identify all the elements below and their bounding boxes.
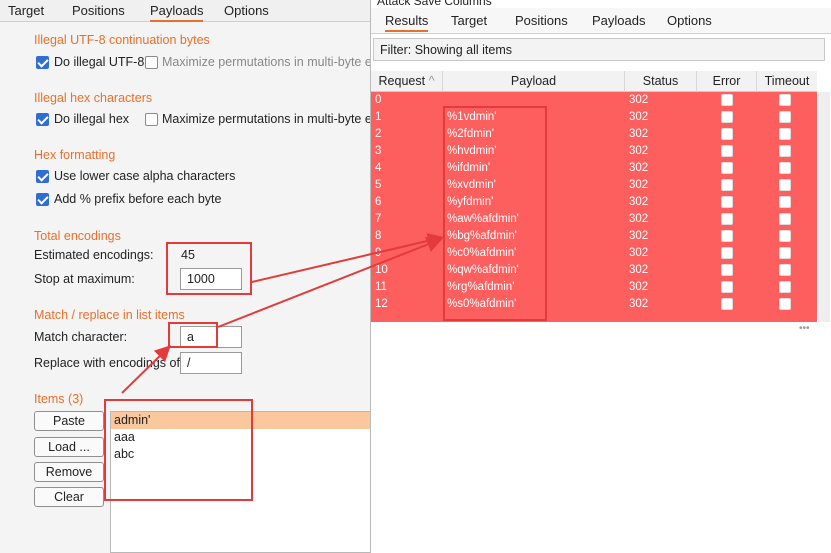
- arrow-items-to-match: [121, 345, 171, 394]
- arrow-to-payloads: [251, 232, 444, 283]
- arrow-match-to-payloads: [217, 236, 443, 328]
- annotation-arrows: [121, 232, 444, 394]
